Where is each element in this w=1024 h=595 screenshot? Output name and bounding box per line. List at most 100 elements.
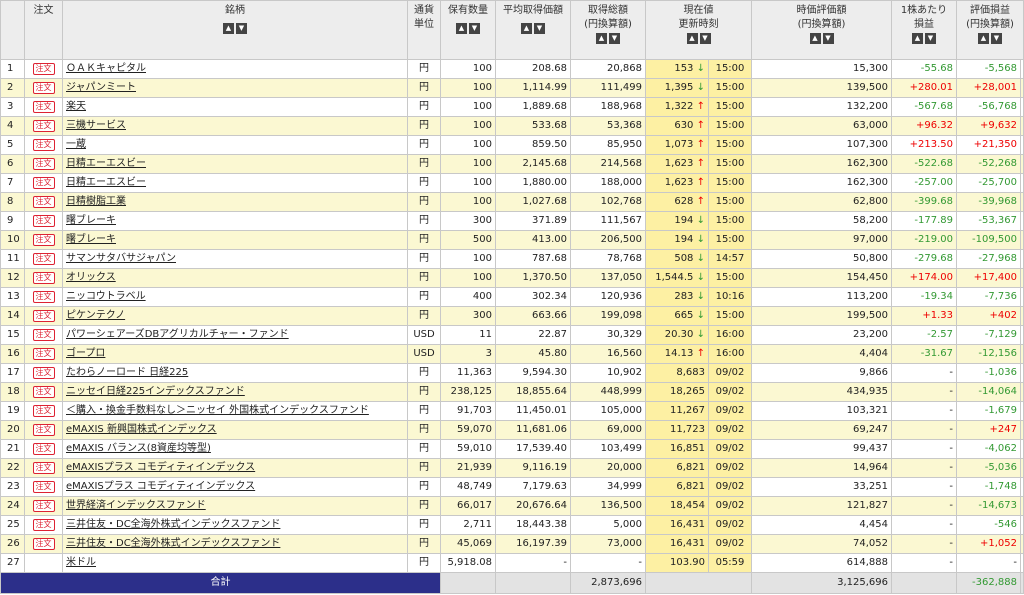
order-button[interactable]: 注文 <box>32 519 55 531</box>
security-link[interactable]: 楽天 <box>66 101 86 112</box>
security-link[interactable]: eMAXISプラス コモディティインデックス <box>66 462 255 473</box>
sort-desc-icon[interactable]: ▼ <box>822 32 834 44</box>
security-name: 曙ブレーキ <box>62 211 408 231</box>
security-link[interactable]: 世界経済インデックスファンド <box>66 500 206 511</box>
order-button[interactable]: 注文 <box>32 500 55 512</box>
security-link[interactable]: ニッコウトラベル <box>66 291 146 302</box>
order-button[interactable]: 注文 <box>32 443 55 455</box>
per-share-pl: - <box>891 439 957 459</box>
order-button[interactable]: 注文 <box>32 196 55 208</box>
sort-asc-icon[interactable]: ▲ <box>809 32 821 44</box>
avg-cost: 663.66 <box>495 306 571 326</box>
arrow-up-icon: ↑ <box>696 177 705 188</box>
arrow-up-icon: ↑ <box>696 196 705 207</box>
sort-desc-icon[interactable]: ▼ <box>699 32 711 44</box>
quantity: 21,939 <box>440 458 496 478</box>
security-link[interactable]: 三機サービス <box>66 120 126 131</box>
order-button[interactable]: 注文 <box>32 310 55 322</box>
order-button[interactable]: 注文 <box>32 177 55 189</box>
unrealized-pl: -7,736 <box>956 287 1021 307</box>
security-link[interactable]: たわらノーロード 日経225 <box>66 367 188 378</box>
security-link[interactable]: eMAXIS バランス(8資産均等型) <box>66 443 211 454</box>
order-button[interactable]: 注文 <box>32 462 55 474</box>
currency: 円 <box>407 192 441 212</box>
order-button[interactable]: 注文 <box>32 234 55 246</box>
security-link[interactable]: サマンサタバサジャパン <box>66 253 176 264</box>
order-button[interactable]: 注文 <box>32 538 55 550</box>
security-link[interactable]: eMAXIS 新興国株式インデックス <box>66 424 217 435</box>
order-button[interactable]: 注文 <box>32 367 55 379</box>
sort-asc-icon[interactable]: ▲ <box>686 32 698 44</box>
order-button[interactable]: 注文 <box>32 82 55 94</box>
security-name: ニッセイ日経225インデックスファンド <box>62 382 408 402</box>
currency: 円 <box>407 515 441 535</box>
avg-cost: 18,443.38 <box>495 515 571 535</box>
quantity: 100 <box>440 173 496 193</box>
order-button[interactable]: 注文 <box>32 101 55 113</box>
unrealized-pl-pct: -53.02 % <box>1020 230 1024 250</box>
security-link[interactable]: 三井住友・DC全海外株式インデックスファンド <box>66 538 280 549</box>
update-time: 09/02 <box>708 401 752 421</box>
security-link[interactable]: ＯＡＫキャピタル <box>66 63 146 74</box>
security-link[interactable]: ＜購入・換金手数料なし＞ニッセイ 外国株式インデックスファンド <box>66 405 369 416</box>
per-share-pl: +96.32 <box>891 116 957 136</box>
order-button[interactable]: 注文 <box>32 291 55 303</box>
security-link[interactable]: ピケンテクノ <box>66 310 125 321</box>
security-link[interactable]: 日精樹脂工業 <box>66 196 126 207</box>
sort-asc-icon[interactable]: ▲ <box>223 22 234 34</box>
security-link[interactable]: 三井住友・DC全海外株式インデックスファンド <box>66 519 280 530</box>
sort-desc-icon[interactable]: ▼ <box>236 22 247 34</box>
security-link[interactable]: 米ドル <box>66 557 96 568</box>
table-row: 22 注文 eMAXISプラス コモディティインデックス 円 21,939 9,116.1… <box>0 458 1024 478</box>
sort-desc-icon[interactable]: ▼ <box>991 32 1002 44</box>
order-button[interactable]: 注文 <box>32 386 55 398</box>
currency: 円 <box>407 154 441 174</box>
arrow-down-icon: ↓ <box>696 234 705 245</box>
unrealized-pl: -53,367 <box>956 211 1021 231</box>
sort-desc-icon[interactable]: ▼ <box>469 22 480 34</box>
security-link[interactable]: 曙ブレーキ <box>66 234 116 245</box>
order-button[interactable]: 注文 <box>32 348 55 360</box>
security-link[interactable]: ジャパンミート <box>66 82 136 93</box>
security-link[interactable]: パワーシェアーズDBアグリカルチャー・ファンド <box>66 329 289 340</box>
order-button[interactable]: 注文 <box>32 139 55 151</box>
security-link[interactable]: ゴープロ <box>66 348 105 359</box>
security-link[interactable]: オリックス <box>66 272 116 283</box>
security-link[interactable]: ニッセイ日経225インデックスファンド <box>66 386 245 397</box>
sort-asc-icon[interactable]: ▲ <box>521 22 532 34</box>
security-name: たわらノーロード 日経225 <box>62 363 408 383</box>
security-link[interactable]: 日精エーエスビー <box>66 177 146 188</box>
security-link[interactable]: 一蔵 <box>66 139 86 150</box>
order-button[interactable]: 注文 <box>32 215 55 227</box>
quantity: 100 <box>440 154 496 174</box>
sort-desc-icon[interactable]: ▼ <box>925 32 936 44</box>
order-button[interactable]: 注文 <box>32 405 55 417</box>
security-link[interactable]: 曙ブレーキ <box>66 215 116 226</box>
sort-desc-icon[interactable]: ▼ <box>609 32 620 44</box>
order-button[interactable]: 注文 <box>32 63 55 75</box>
col-currency: 通貨 単位 <box>407 0 441 60</box>
order-button[interactable]: 注文 <box>32 158 55 170</box>
currency: 円 <box>407 477 441 497</box>
order-cell: 注文 <box>24 59 63 79</box>
update-time: 09/02 <box>708 458 752 478</box>
order-button[interactable]: 注文 <box>32 481 55 493</box>
total-cost: 34,999 <box>570 477 646 497</box>
sort-asc-icon[interactable]: ▲ <box>456 22 467 34</box>
security-link[interactable]: 日精エーエスビー <box>66 158 146 169</box>
avg-cost: 45.80 <box>495 344 571 364</box>
sort-asc-icon[interactable]: ▲ <box>978 32 989 44</box>
order-button[interactable]: 注文 <box>32 272 55 284</box>
sort-asc-icon[interactable]: ▲ <box>912 32 923 44</box>
order-button[interactable]: 注文 <box>32 253 55 265</box>
security-name: ニッコウトラベル <box>62 287 408 307</box>
sort-desc-icon[interactable]: ▼ <box>534 22 545 34</box>
order-button[interactable]: 注文 <box>32 424 55 436</box>
unrealized-pl-pct: -35.50 % <box>1020 249 1024 269</box>
total-cost: 111,567 <box>570 211 646 231</box>
order-button[interactable]: 注文 <box>32 120 55 132</box>
order-button[interactable]: 注文 <box>32 329 55 341</box>
unrealized-pl-pct: -3.13 % <box>1020 382 1024 402</box>
security-link[interactable]: eMAXISプラス コモディティインデックス <box>66 481 255 492</box>
sort-asc-icon[interactable]: ▲ <box>596 32 607 44</box>
